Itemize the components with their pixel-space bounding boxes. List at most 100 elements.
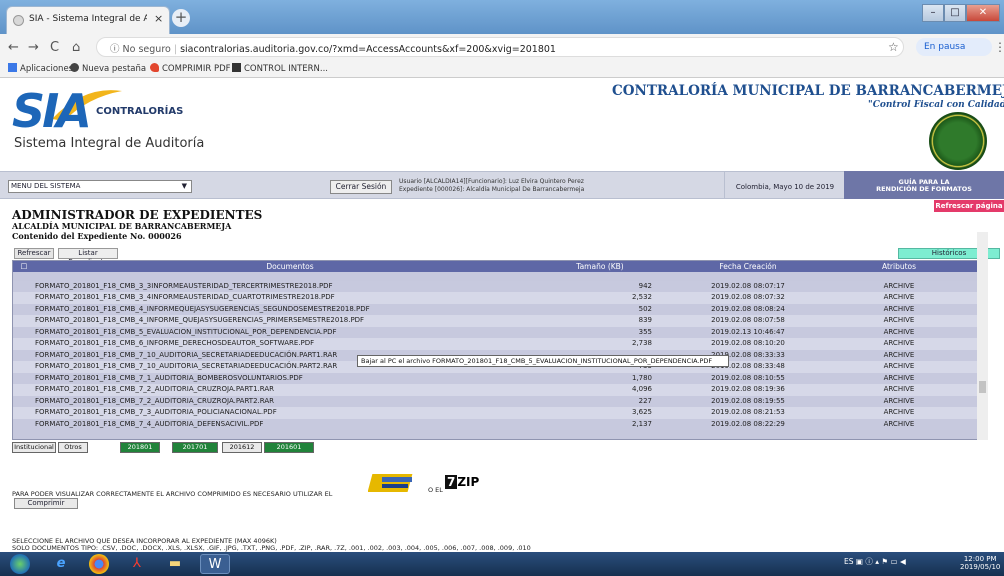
creation-date: 2019.02.08 08:10:20	[711, 339, 785, 347]
bookmark-apps[interactable]: Aplicaciones	[8, 63, 73, 74]
compress-button[interactable]: Comprimir	[14, 498, 78, 509]
tab-201701[interactable]: 201701	[172, 442, 218, 453]
forward-icon[interactable]: →	[28, 40, 39, 55]
tab-201612[interactable]: 201612	[222, 442, 262, 453]
file-attribute: ARCHIVE	[883, 408, 915, 416]
municipal-seal-icon	[929, 112, 987, 170]
system-menu-select[interactable]: MENU DEL SISTEMA ▼	[8, 180, 192, 193]
bookmark-new-tab[interactable]: Nueva pestaña	[70, 63, 146, 74]
entity-motto: "Control Fiscal con Calidad"	[868, 100, 1004, 110]
file-attribute: ARCHIVE	[883, 304, 915, 313]
documents-table: ☐ Documentos Tamaño (KB) Fecha Creación …	[12, 260, 988, 440]
home-icon[interactable]: ⌂	[72, 40, 80, 55]
table-row[interactable]: FORMATO_201801_F18_CMB_7_2_AUDITORIA_CRU…	[13, 384, 987, 396]
user-info: Usuario [ALCALDIA14][Funcionario]: Luz E…	[399, 178, 584, 194]
start-button-icon[interactable]	[10, 554, 30, 574]
table-row[interactable]: FORMATO_201801_F18_CMB_7_1_AUDITORIA_BOM…	[13, 372, 987, 384]
table-row[interactable]: FORMATO_201801_F18_CMB_7_2_AUDITORIA_CRU…	[13, 395, 987, 407]
compress-notice: PARA PODER VISUALIZAR CORRECTAMENTE EL A…	[12, 490, 333, 498]
tab-201601[interactable]: 201601	[264, 442, 314, 453]
tab-close-icon[interactable]: ×	[154, 12, 163, 25]
refresh-button[interactable]: Refrescar	[14, 248, 54, 259]
clock[interactable]: 12:00 PM 2019/05/10	[960, 555, 1000, 571]
file-attribute: ARCHIVE	[883, 419, 915, 428]
reload-icon[interactable]: C	[50, 40, 59, 55]
column-header-fecha[interactable]: Fecha Creación	[663, 261, 833, 272]
browser-menu-icon[interactable]: ⋮	[994, 40, 1004, 54]
refresh-page-button[interactable]: Refrescar página	[934, 200, 1004, 212]
table-header: ☐ Documentos Tamaño (KB) Fecha Creación …	[13, 261, 987, 272]
table-row[interactable]: FORMATO_201801_F18_CMB_6_INFORME_DERECHO…	[13, 338, 987, 350]
table-row[interactable]: FORMATO_201801_F18_CMB_7_4_AUDITORIA_DEF…	[13, 418, 987, 430]
tab-institucional[interactable]: Institucional	[12, 442, 56, 453]
browser-tab-bar: SIA - Sistema Integral de Auditor × + – …	[0, 0, 1004, 34]
document-link[interactable]: FORMATO_201801_F18_CMB_4_INFORME_QUEJASY…	[35, 315, 545, 326]
table-row[interactable]: FORMATO_201801_F18_CMB_3_4INFORMEAUSTERI…	[13, 292, 987, 304]
ie-icon[interactable]: e	[46, 554, 76, 574]
browser-tab[interactable]: SIA - Sistema Integral de Auditor ×	[6, 6, 170, 34]
tab-otros[interactable]: Otros	[58, 442, 88, 453]
creation-date: 2019.02.08 08:10:55	[711, 373, 785, 382]
guide-button[interactable]: GUÍA PARA LA RENDICIÓN DE FORMATOS	[844, 171, 1004, 199]
bookmark-label: Nueva pestaña	[82, 64, 147, 74]
document-link[interactable]: FORMATO_201801_F18_CMB_6_INFORME_DERECHO…	[35, 338, 545, 349]
table-row[interactable]: FORMATO_201801_F18_CMB_3_3INFORMEAUSTERI…	[13, 280, 987, 292]
expediente-line: Expediente [000026]: Alcaldía Municipal …	[399, 186, 585, 193]
clock-time: 12:00 PM	[963, 555, 997, 563]
chrome-taskbar-icon[interactable]	[89, 554, 109, 574]
tab-201801[interactable]: 201801	[120, 442, 160, 453]
address-text[interactable]: ⓘ No seguro | siacontralorias.auditoria.…	[110, 41, 556, 55]
document-link[interactable]: FORMATO_201801_F18_CMB_7_3_AUDITORIA_POL…	[35, 407, 545, 418]
bookmark-control-intern[interactable]: CONTROL INTERN...	[232, 63, 328, 74]
user-line: Usuario [ALCALDIA14][Funcionario]: Luz E…	[399, 178, 584, 185]
tray-icons: ▣ ⓘ ▴ ⚑ ▭ ◀	[855, 557, 906, 566]
chevron-down-icon: ▼	[181, 182, 187, 190]
document-link[interactable]: FORMATO_201801_F18_CMB_4_INFORMEQUEJASYS…	[35, 304, 545, 315]
divider	[724, 171, 725, 199]
system-tray[interactable]: ES ▣ ⓘ ▴ ⚑ ▭ ◀	[844, 556, 906, 567]
language-indicator[interactable]: ES	[844, 557, 854, 566]
bookmark-comprimir-pdf[interactable]: COMPRIMIR PDF	[150, 63, 231, 74]
sync-paused-button[interactable]: En pausa	[916, 38, 992, 56]
table-scrollbar[interactable]	[977, 232, 988, 440]
file-attribute: ARCHIVE	[883, 350, 915, 359]
file-size: 355	[638, 327, 652, 336]
bookmark-star-icon[interactable]: ☆	[888, 40, 899, 54]
minimize-button[interactable]: –	[922, 4, 944, 22]
creation-date: 2019.02.13 10:46:47	[711, 327, 785, 336]
menu-select-value: MENU DEL SISTEMA	[11, 182, 81, 190]
maximize-button[interactable]: □	[944, 4, 966, 22]
document-link[interactable]: FORMATO_201801_F18_CMB_7_2_AUDITORIA_CRU…	[35, 396, 545, 407]
creation-date: 2019.02.08 08:19:55	[711, 396, 785, 405]
close-window-button[interactable]: ✕	[966, 4, 1000, 22]
guide-label-2: RENDICIÓN DE FORMATOS	[876, 185, 972, 193]
document-link[interactable]: FORMATO_201801_F18_CMB_3_4INFORMEAUSTERI…	[35, 292, 545, 303]
document-link[interactable]: FORMATO_201801_F18_CMB_3_3INFORMEAUSTERI…	[35, 281, 545, 292]
winzip-icon[interactable]	[368, 468, 420, 498]
table-row[interactable]: FORMATO_201801_F18_CMB_5_EVALUACION_INST…	[13, 326, 987, 338]
list-expediente-button[interactable]: Listar Expediente	[58, 248, 118, 266]
column-header-tamano[interactable]: Tamaño (KB)	[548, 261, 652, 272]
document-link[interactable]: FORMATO_201801_F18_CMB_7_1_AUDITORIA_BOM…	[35, 373, 545, 384]
column-header-atributos[interactable]: Atributos	[845, 261, 953, 272]
file-size: 2,137	[631, 419, 652, 428]
scrollbar-thumb[interactable]	[979, 381, 986, 393]
7zip-icon[interactable]: 7 ZIP	[445, 475, 479, 493]
bookmarks-bar: Aplicaciones Nueva pestaña COMPRIMIR PDF…	[0, 60, 1004, 78]
document-link[interactable]: FORMATO_201801_F18_CMB_5_EVALUACION_INST…	[35, 327, 545, 338]
column-header-documentos[interactable]: Documentos	[35, 261, 545, 272]
folder-icon[interactable]: ▬	[160, 554, 190, 574]
acrobat-icon[interactable]: ⅄	[122, 554, 152, 574]
document-link[interactable]: FORMATO_201801_F18_CMB_7_4_AUDITORIA_DEF…	[35, 419, 545, 430]
document-link[interactable]: FORMATO_201801_F18_CMB_7_2_AUDITORIA_CRU…	[35, 384, 545, 395]
select-all-icon[interactable]: ☐	[17, 261, 31, 272]
table-row[interactable]: FORMATO_201801_F18_CMB_4_INFORME_QUEJASY…	[13, 315, 987, 327]
word-icon[interactable]: W	[200, 554, 230, 574]
url-text: siacontralorias.auditoria.gov.co/?xmd=Ac…	[180, 44, 556, 55]
new-tab-button[interactable]: +	[172, 9, 190, 27]
back-icon[interactable]: ←	[8, 40, 19, 55]
table-row[interactable]: FORMATO_201801_F18_CMB_7_3_AUDITORIA_POL…	[13, 407, 987, 419]
logout-button[interactable]: Cerrar Sesión	[330, 180, 392, 194]
table-row[interactable]: FORMATO_201801_F18_CMB_4_INFORMEQUEJASYS…	[13, 303, 987, 315]
7zip-text: ZIP	[457, 475, 480, 489]
